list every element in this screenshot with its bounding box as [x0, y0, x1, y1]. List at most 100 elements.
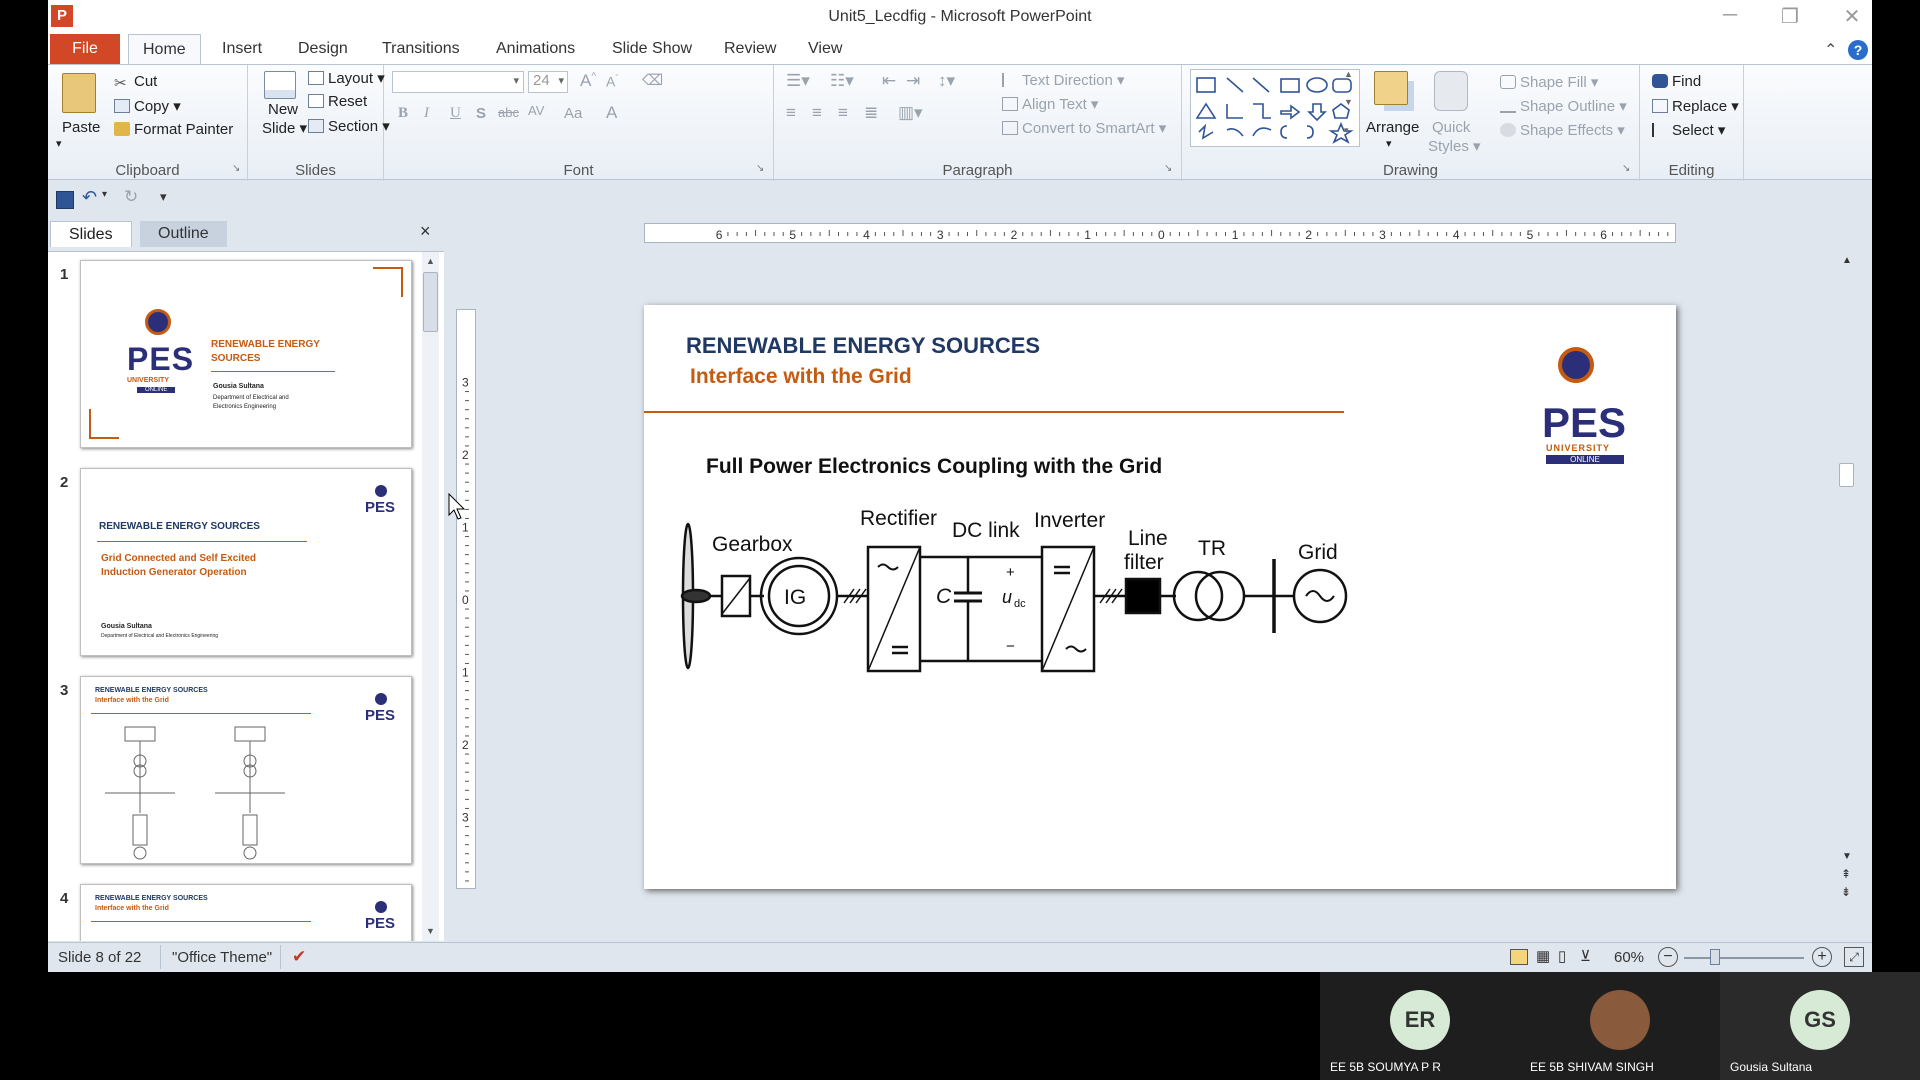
paste-button[interactable]: Paste	[62, 119, 100, 136]
tab-slides[interactable]: Slides	[50, 221, 132, 247]
undo-dropdown-icon[interactable]: ▾	[102, 189, 107, 200]
slide-heading[interactable]: Full Power Electronics Coupling with the…	[706, 455, 1162, 479]
current-slide[interactable]: RENEWABLE ENERGY SOURCES Interface with …	[644, 305, 1676, 889]
horizontal-ruler[interactable]: 6 5 4 3 2 1 0 1 2 3 4 5 6	[644, 223, 1676, 243]
shrink-font-icon[interactable]: Aˇ	[606, 73, 618, 90]
undo-icon[interactable]: ↶	[82, 187, 97, 208]
participant-tile[interactable]: GS Gousia Sultana	[1720, 972, 1920, 1080]
scroll-down-icon[interactable]: ▼	[426, 926, 435, 936]
close-panel-icon[interactable]: ×	[420, 221, 431, 242]
scrollbar-thumb[interactable]	[1839, 463, 1854, 487]
find-button[interactable]: Find	[1652, 73, 1701, 90]
zoom-in-icon[interactable]: +	[1812, 947, 1832, 967]
help-icon[interactable]: ?	[1848, 40, 1868, 60]
slide-thumbnail-3[interactable]: RENEWABLE ENERGY SOURCES Interface with …	[80, 676, 412, 864]
slideshow-view-icon[interactable]: ⊻	[1580, 947, 1591, 965]
cut-button[interactable]: ✂ Cut	[114, 73, 157, 92]
font-color-button[interactable]: A	[606, 103, 617, 123]
font-launcher-icon[interactable]: ↘	[756, 163, 764, 174]
align-left-icon[interactable]: ≡	[786, 103, 796, 123]
spell-check-icon[interactable]: ✔	[292, 947, 306, 967]
shape-effects-button[interactable]: Shape Effects ▾	[1500, 121, 1625, 139]
tab-transitions[interactable]: Transitions	[368, 34, 474, 64]
reading-view-icon[interactable]: ▯	[1558, 947, 1566, 965]
zoom-slider-track[interactable]	[1684, 957, 1804, 959]
change-case-button[interactable]: Aa	[564, 105, 582, 122]
previous-slide-icon[interactable]: ⇞	[1841, 867, 1851, 881]
zoom-level[interactable]: 60%	[1614, 949, 1644, 966]
tab-home[interactable]: Home	[128, 34, 201, 65]
select-button[interactable]: Select ▾	[1652, 121, 1725, 139]
tab-design[interactable]: Design	[284, 34, 362, 64]
quick-styles-label-1[interactable]: Quick	[1432, 119, 1470, 136]
zoom-slider-thumb[interactable]	[1710, 949, 1720, 965]
strikethrough-button[interactable]: abc	[498, 105, 519, 120]
text-direction-button[interactable]: Text Direction ▾	[1002, 71, 1125, 89]
scrollbar-thumb[interactable]	[423, 272, 438, 332]
bullets-icon[interactable]: ☰▾	[786, 71, 810, 91]
drawing-launcher-icon[interactable]: ↘	[1622, 163, 1630, 174]
slide-sorter-icon[interactable]: ▦	[1536, 947, 1550, 965]
fit-to-window-icon[interactable]: ⤢	[1844, 947, 1864, 967]
quick-styles-button[interactable]: Styles ▾	[1428, 137, 1481, 155]
justify-icon[interactable]: ≣	[864, 103, 878, 123]
format-painter-button[interactable]: Format Painter	[114, 121, 233, 138]
slide-thumbnail-4[interactable]: RENEWABLE ENERGY SOURCES Interface with …	[80, 884, 412, 941]
align-text-button[interactable]: Align Text ▾	[1002, 95, 1098, 113]
gallery-more-icon[interactable]: ▾	[1344, 125, 1349, 136]
slide-subtitle[interactable]: Interface with the Grid	[690, 365, 912, 389]
tab-animations[interactable]: Animations	[482, 34, 589, 64]
theme-name[interactable]: "Office Theme"	[172, 949, 272, 966]
replace-button[interactable]: Replace ▾	[1652, 97, 1739, 115]
redo-icon[interactable]: ↻	[124, 187, 138, 207]
clear-formatting-icon[interactable]: ⌫	[642, 71, 663, 89]
new-slide-button[interactable]: Slide ▾	[262, 119, 307, 137]
gallery-up-icon[interactable]: ▲	[1344, 69, 1353, 79]
character-spacing-button[interactable]: AV	[528, 103, 544, 118]
customize-qat-icon[interactable]: ▾	[160, 189, 167, 205]
new-slide-label-1[interactable]: New	[268, 101, 298, 118]
shape-outline-button[interactable]: Shape Outline ▾	[1500, 97, 1627, 115]
save-icon[interactable]	[56, 191, 74, 209]
convert-smartart-button[interactable]: Convert to SmartArt ▾	[1002, 119, 1166, 137]
shapes-gallery[interactable]	[1190, 69, 1360, 147]
underline-button[interactable]: U	[450, 105, 461, 122]
font-family-select[interactable]: ▾	[392, 71, 524, 93]
normal-view-icon[interactable]	[1510, 949, 1528, 965]
slides-panel-scrollbar[interactable]: ▲ ▼	[422, 252, 439, 941]
scroll-up-icon[interactable]: ▲	[1842, 255, 1852, 266]
tab-review[interactable]: Review	[710, 34, 790, 64]
bold-button[interactable]: B	[398, 105, 408, 122]
zoom-out-icon[interactable]: −	[1658, 947, 1678, 967]
participant-tile[interactable]: ER EE 5B SOUMYA P R	[1320, 972, 1520, 1080]
clipboard-launcher-icon[interactable]: ↘	[232, 163, 240, 174]
increase-indent-icon[interactable]: ⇥	[906, 71, 920, 91]
editor-scrollbar[interactable]: ▲ ▼ ⇞ ⇟	[1838, 255, 1855, 899]
reset-button[interactable]: Reset	[308, 93, 367, 110]
layout-button[interactable]: Layout ▾	[308, 69, 385, 87]
next-slide-icon[interactable]: ⇟	[1841, 885, 1851, 899]
section-button[interactable]: Section ▾	[308, 117, 390, 135]
text-shadow-button[interactable]: S	[476, 105, 486, 122]
paste-dropdown-icon[interactable]: ▾	[56, 137, 62, 150]
copy-button[interactable]: Copy ▾	[114, 97, 181, 115]
close-window-icon[interactable]: ✕	[1832, 4, 1872, 29]
tab-insert[interactable]: Insert	[208, 34, 276, 64]
columns-icon[interactable]: ▥▾	[898, 103, 923, 123]
slide-thumbnail-1[interactable]: PES UNIVERSITY ONLINE RENEWABLE ENERGY S…	[80, 260, 412, 448]
tab-slide-show[interactable]: Slide Show	[598, 34, 706, 64]
numbering-icon[interactable]: ☷▾	[830, 71, 854, 91]
font-size-select[interactable]: 24 ▾	[528, 71, 568, 93]
italic-button[interactable]: I	[424, 105, 429, 122]
participant-tile[interactable]: EE 5B SHIVAM SINGH	[1520, 972, 1720, 1080]
decrease-indent-icon[interactable]: ⇤	[882, 71, 896, 91]
align-center-icon[interactable]: ≡	[812, 103, 822, 123]
align-right-icon[interactable]: ≡	[838, 103, 848, 123]
shape-fill-button[interactable]: Shape Fill ▾	[1500, 73, 1598, 91]
grow-font-icon[interactable]: A^	[580, 71, 596, 91]
restore-icon[interactable]: ❐	[1770, 4, 1810, 29]
gallery-down-icon[interactable]: ▼	[1344, 97, 1353, 107]
vertical-ruler[interactable]: 3 2 1 0 1 2 3	[456, 309, 476, 889]
tab-file[interactable]: File	[50, 34, 120, 64]
paragraph-launcher-icon[interactable]: ↘	[1164, 163, 1172, 174]
